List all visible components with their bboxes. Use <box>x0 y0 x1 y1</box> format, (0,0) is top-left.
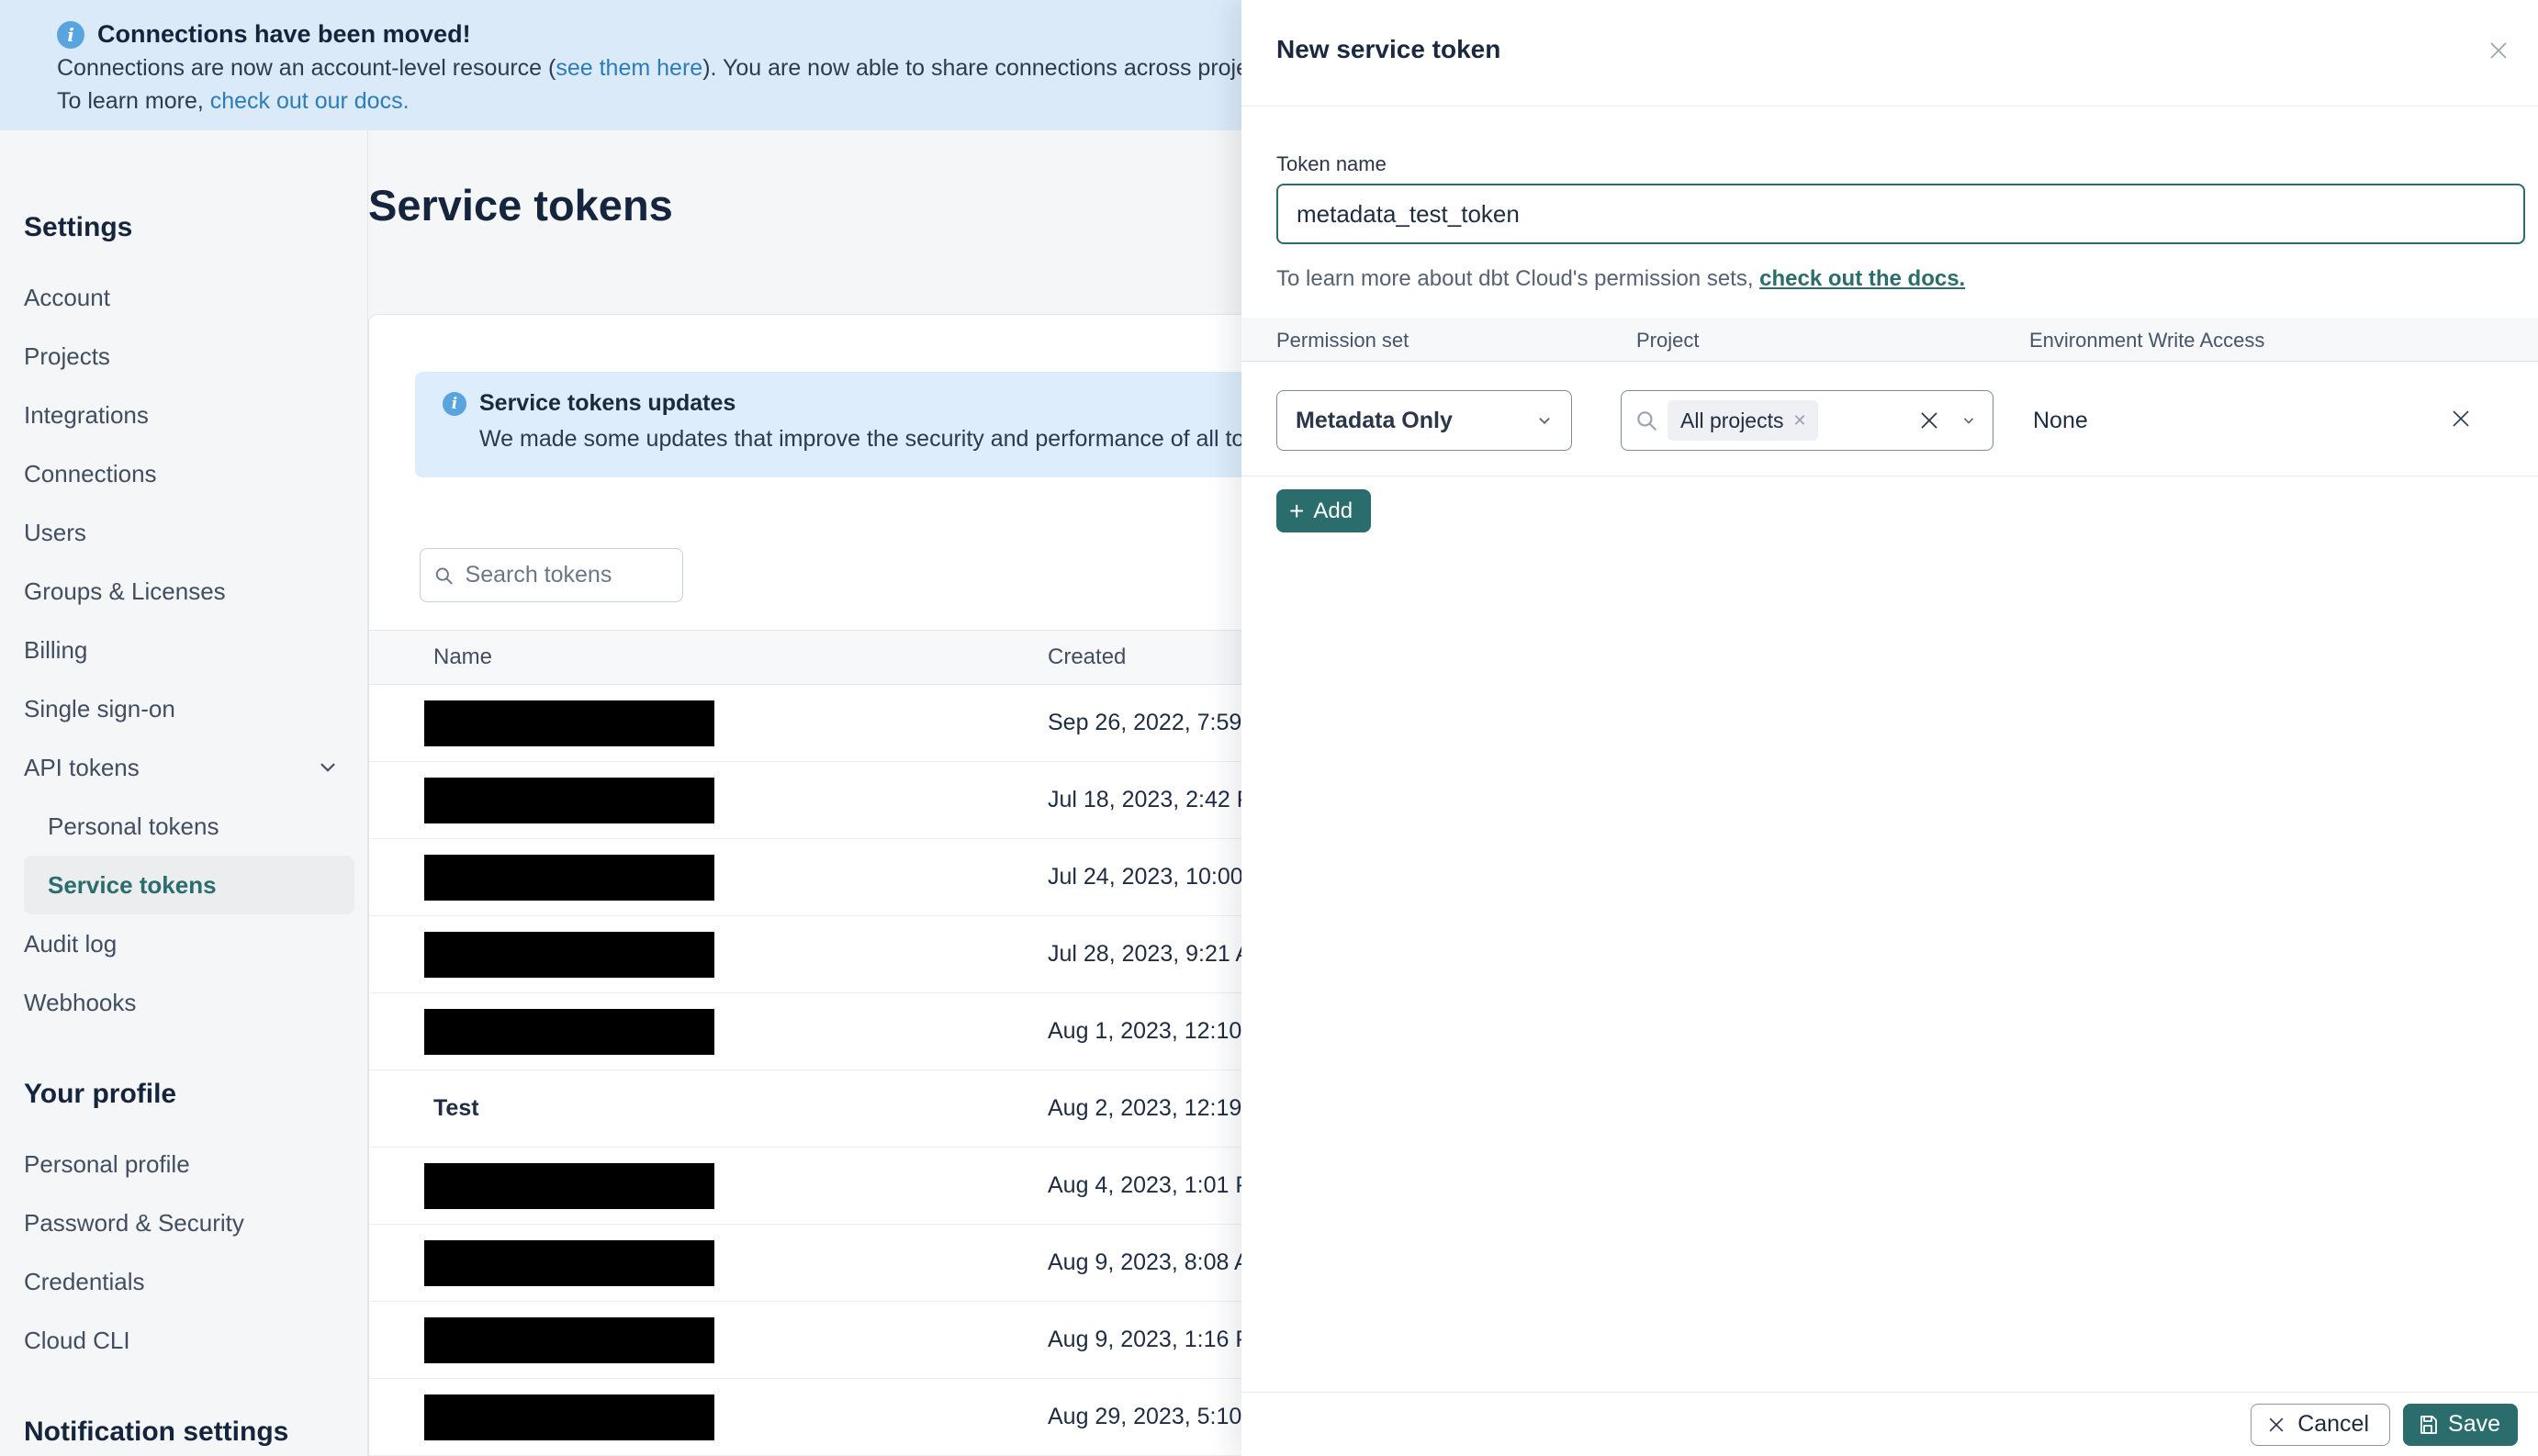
save-icon <box>2417 1414 2439 1436</box>
close-icon[interactable]: ✕ <box>1792 411 1806 431</box>
redacted-name <box>424 700 714 746</box>
sidebar-item[interactable]: Connections <box>24 444 367 503</box>
sidebar-item[interactable]: Personal profile <box>24 1135 367 1193</box>
sidebar-item-label: Credentials <box>24 1267 145 1295</box>
sidebar-item-label: Single sign-on <box>24 694 175 722</box>
cancel-button[interactable]: Cancel <box>2251 1403 2391 1446</box>
search-tokens-box <box>420 548 683 602</box>
sidebar-item-label: Groups & Licenses <box>24 577 226 605</box>
redacted-name <box>424 1240 714 1286</box>
redacted-name <box>424 855 714 901</box>
check-out-docs-link[interactable]: check out our docs. <box>210 88 410 114</box>
sidebar-item-label: Account <box>24 283 110 311</box>
column-header-project: Project <box>1636 329 1700 352</box>
permission-set-select[interactable]: Metadata Only <box>1276 390 1572 451</box>
panel-header: New service token <box>1241 0 2538 106</box>
sidebar-item[interactable]: Projects <box>24 327 367 386</box>
settings-nav-list: Account Projects Integrations Connection… <box>24 268 367 1032</box>
sidebar-item[interactable]: Webhooks <box>24 973 367 1032</box>
sidebar-section-notification-settings: Notification settings <box>24 1417 289 1447</box>
sidebar-section-settings: Settings <box>24 212 133 242</box>
profile-nav-list: Personal profile Password & Security Cre… <box>24 1135 367 1370</box>
search-icon <box>435 567 453 584</box>
banner-learn-more: To learn more, check out our docs. <box>57 88 410 114</box>
info-icon: i <box>57 20 84 49</box>
redacted-name <box>424 1163 714 1209</box>
column-header-environment-write-access: Environment Write Access <box>2029 329 2265 352</box>
sidebar-section-your-profile: Your profile <box>24 1079 177 1109</box>
token-name-input[interactable] <box>1276 184 2525 244</box>
notice-title: Service tokens updates <box>479 390 736 416</box>
sidebar-item[interactable]: Integrations <box>24 386 367 444</box>
info-icon: i <box>443 391 466 416</box>
add-permission-button[interactable]: + Add <box>1276 489 1372 532</box>
redacted-name <box>424 932 714 978</box>
token-name-label: Token name <box>1276 152 1387 175</box>
save-button[interactable]: Save <box>2403 1403 2518 1446</box>
sidebar-item-label: Personal tokens <box>48 812 219 840</box>
sidebar-item-label: Cloud CLI <box>24 1326 130 1354</box>
sidebar-item-label: Users <box>24 518 86 546</box>
sidebar-item-label: API tokens <box>24 753 140 781</box>
see-them-here-link[interactable]: see them here <box>556 55 702 81</box>
sidebar-item[interactable]: Cloud CLI <box>24 1311 367 1370</box>
sidebar-item[interactable]: Password & Security <box>24 1193 367 1252</box>
sidebar-item-label: Projects <box>24 342 110 370</box>
sidebar-item[interactable]: Credentials <box>24 1252 367 1311</box>
clear-selection-icon[interactable] <box>1917 409 1941 432</box>
remove-row-icon[interactable] <box>2446 404 2476 433</box>
chevron-down-icon <box>1539 418 1550 425</box>
column-header-permission-set: Permission set <box>1276 329 1409 352</box>
panel-footer: Cancel Save <box>1241 1392 2538 1456</box>
sidebar-item[interactable]: Service tokens <box>24 856 354 914</box>
project-multiselect[interactable]: All projects ✕ <box>1621 390 1993 451</box>
banner-title: Connections have been moved! <box>97 20 471 48</box>
sidebar-item[interactable]: Billing <box>24 621 367 679</box>
sidebar-item[interactable]: API tokens <box>24 738 367 797</box>
sidebar-item[interactable]: Groups & Licenses <box>24 562 367 621</box>
sidebar-item-label: Integrations <box>24 400 149 429</box>
project-chip[interactable]: All projects ✕ <box>1668 400 1818 441</box>
redacted-name <box>424 778 714 823</box>
permission-row: Metadata Only All projects ✕ None <box>1241 362 2538 476</box>
sidebar-item[interactable]: Account <box>24 268 367 327</box>
redacted-name <box>424 1317 714 1363</box>
plus-icon: + <box>1289 496 1305 525</box>
sidebar-item-label: Personal profile <box>24 1149 190 1178</box>
close-icon <box>2266 1415 2286 1435</box>
settings-sidebar: Settings Account Projects Integrations C… <box>0 130 368 1456</box>
token-name-cell: Test <box>433 1095 479 1121</box>
sidebar-item-label: Password & Security <box>24 1208 244 1237</box>
sidebar-item-label: Audit log <box>24 929 118 958</box>
panel-title: New service token <box>1276 35 1501 63</box>
check-out-the-docs-link[interactable]: check out the docs. <box>1759 266 1965 291</box>
column-header-created: Created <box>1048 644 1127 669</box>
permission-helper-text: To learn more about dbt Cloud's permissi… <box>1276 266 1966 291</box>
sidebar-item-label: Service tokens <box>48 870 217 899</box>
sidebar-item[interactable]: Single sign-on <box>24 679 367 738</box>
search-input[interactable] <box>465 562 669 588</box>
project-chip-label: All projects <box>1680 408 1784 432</box>
close-icon[interactable] <box>2485 37 2512 64</box>
sidebar-item[interactable]: Audit log <box>24 914 367 973</box>
chevron-down-icon[interactable] <box>1960 411 1978 430</box>
environment-write-access-value: None <box>2033 408 2088 433</box>
sidebar-item[interactable]: Personal tokens <box>24 797 367 856</box>
permission-set-value: Metadata Only <box>1296 407 1453 433</box>
column-header-name: Name <box>433 644 493 669</box>
redacted-name <box>424 1009 714 1055</box>
sidebar-item[interactable]: Users <box>24 503 367 562</box>
permissions-header-row: Permission set Project Environment Write… <box>1241 318 2538 362</box>
new-service-token-panel: New service token Token name To learn mo… <box>1241 0 2538 1456</box>
sidebar-item-label: Connections <box>24 459 157 487</box>
search-icon <box>1637 411 1656 431</box>
sidebar-item-label: Billing <box>24 635 88 664</box>
sidebar-item-label: Webhooks <box>24 988 137 1016</box>
chevron-down-icon <box>316 756 340 779</box>
redacted-name <box>424 1394 714 1440</box>
